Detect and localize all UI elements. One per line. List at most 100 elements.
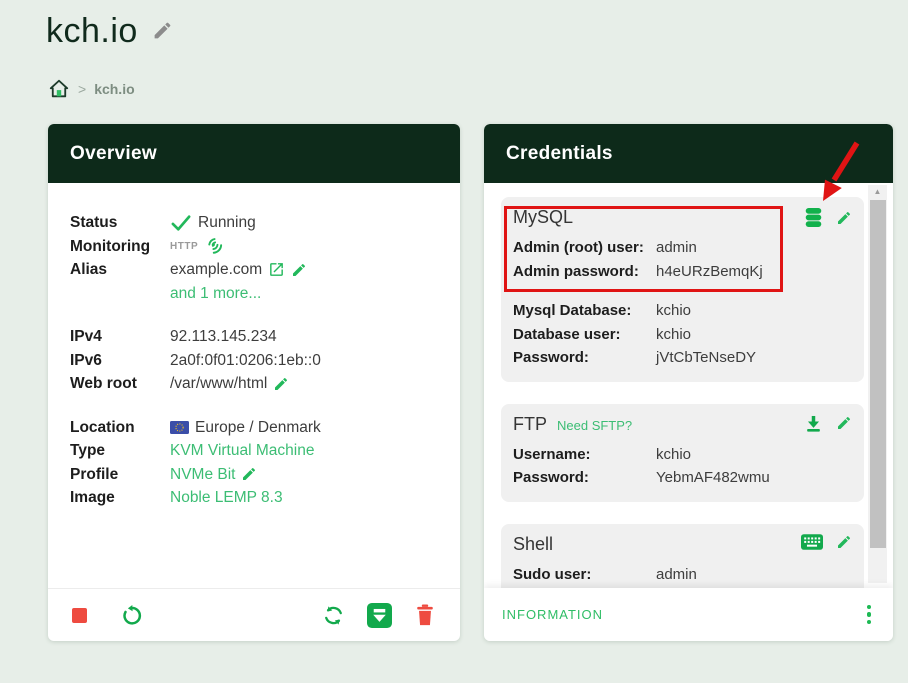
database-icon[interactable]: [804, 207, 823, 228]
database-password-label: Password:: [513, 346, 656, 370]
overview-header: Overview: [48, 124, 460, 183]
stop-button[interactable]: [72, 608, 87, 623]
database-password-row: Password: jVtCbTeNseDY: [513, 346, 852, 370]
ipv4-value: 92.113.145.234: [170, 325, 277, 349]
edit-shell-icon[interactable]: [836, 534, 852, 550]
page-title: kch.io: [46, 12, 138, 51]
shell-title: Shell: [513, 534, 553, 555]
sudo-user-row: Sudo user: admin: [513, 563, 852, 587]
alias-row: Alias example.com: [70, 258, 460, 282]
monitoring-label: Monitoring: [70, 235, 170, 259]
eu-flag-icon: [170, 421, 189, 434]
location-label: Location: [70, 416, 170, 440]
admin-password-value: h4eURzBemqKj: [656, 260, 763, 284]
type-value: KVM Virtual Machine: [170, 439, 314, 463]
overview-title: Overview: [70, 143, 157, 165]
monitoring-signal-icon[interactable]: [204, 235, 226, 257]
keyboard-icon[interactable]: [801, 534, 823, 550]
scrollbar-thumb[interactable]: [870, 200, 886, 548]
information-button[interactable]: INFORMATION: [502, 607, 603, 622]
check-icon: [170, 214, 192, 232]
admin-password-label: Admin password:: [513, 260, 656, 284]
profile-label: Profile: [70, 463, 170, 487]
credentials-title: Credentials: [506, 143, 613, 165]
ftp-password-value: YebmAF482wmu: [656, 466, 770, 490]
ftp-username-label: Username:: [513, 443, 656, 467]
ftp-card: FTP Need SFTP? Username: kchio Password:…: [501, 404, 864, 502]
edit-alias-icon[interactable]: [291, 262, 307, 278]
breadcrumb-current[interactable]: kch.io: [94, 81, 134, 97]
mysql-database-label: Mysql Database:: [513, 299, 656, 323]
ipv6-value: 2a0f:0f01:0206:1eb::0: [170, 349, 321, 373]
overview-panel: Overview Status Running Monitoring HTTP: [48, 124, 460, 641]
sync-button[interactable]: [322, 604, 345, 627]
external-link-icon[interactable]: [268, 261, 285, 278]
location-row: Location Europe / Denmark: [70, 416, 460, 440]
ftp-password-row: Password: YebmAF482wmu: [513, 466, 852, 490]
edit-webroot-icon[interactable]: [273, 376, 289, 392]
type-label: Type: [70, 439, 170, 463]
edit-title-icon[interactable]: [152, 20, 173, 41]
need-sftp-link[interactable]: Need SFTP?: [557, 418, 632, 433]
mysql-card: MySQL Admin (root) user: admin Admin pas…: [501, 197, 864, 382]
mysql-database-row: Mysql Database: kchio: [513, 299, 852, 323]
edit-mysql-icon[interactable]: [836, 210, 852, 226]
webroot-row: Web root /var/www/html: [70, 372, 460, 396]
delete-button[interactable]: [414, 603, 436, 627]
kebab-menu-icon[interactable]: [865, 603, 874, 627]
overview-actions: [48, 588, 460, 641]
ftp-password-label: Password:: [513, 466, 656, 490]
admin-user-value: admin: [656, 236, 697, 260]
credentials-header: Credentials: [484, 124, 893, 183]
edit-ftp-icon[interactable]: [836, 415, 852, 431]
location-value: Europe / Denmark: [195, 416, 321, 440]
ipv4-row: IPv4 92.113.145.234: [70, 325, 460, 349]
mysql-database-value: kchio: [656, 299, 691, 323]
database-user-row: Database user: kchio: [513, 323, 852, 347]
credentials-scrollbar[interactable]: ▲: [868, 185, 887, 583]
ftp-username-value: kchio: [656, 443, 691, 467]
profile-value: NVMe Bit: [170, 463, 235, 487]
page-header: kch.io: [46, 12, 173, 51]
restart-button[interactable]: [121, 604, 144, 627]
alias-more-row: and 1 more...: [70, 282, 460, 306]
alias-value: example.com: [170, 258, 262, 282]
database-user-label: Database user:: [513, 323, 656, 347]
overview-body: Status Running Monitoring HTTP: [48, 183, 460, 510]
webroot-value: /var/www/html: [170, 372, 267, 396]
sudo-user-label: Sudo user:: [513, 563, 656, 587]
admin-user-label: Admin (root) user:: [513, 236, 656, 260]
image-label: Image: [70, 486, 170, 510]
reinstall-button[interactable]: [367, 603, 392, 628]
home-icon[interactable]: [48, 78, 70, 100]
ipv6-label: IPv6: [70, 349, 170, 373]
status-value: Running: [198, 211, 256, 235]
alias-label: Alias: [70, 258, 170, 282]
ipv6-row: IPv6 2a0f:0f01:0206:1eb::0: [70, 349, 460, 373]
mysql-admin-user-row: Admin (root) user: admin: [513, 236, 852, 260]
database-user-value: kchio: [656, 323, 691, 347]
mysql-title: MySQL: [513, 207, 573, 228]
alias-more-link[interactable]: and 1 more...: [170, 282, 261, 306]
credentials-panel: Credentials MySQL Admin (root) user: adm…: [484, 124, 893, 641]
credentials-footer: INFORMATION: [484, 588, 893, 641]
monitoring-row: Monitoring HTTP: [70, 235, 460, 259]
type-row: Type KVM Virtual Machine: [70, 439, 460, 463]
breadcrumb-separator: >: [78, 81, 86, 97]
image-row: Image Noble LEMP 8.3: [70, 486, 460, 510]
sudo-user-value: admin: [656, 563, 697, 587]
status-row: Status Running: [70, 211, 460, 235]
credentials-cards: MySQL Admin (root) user: admin Admin pas…: [501, 197, 864, 634]
status-label: Status: [70, 211, 170, 235]
ipv4-label: IPv4: [70, 325, 170, 349]
scrollbar-up-arrow[interactable]: ▲: [868, 187, 887, 196]
breadcrumb: > kch.io: [48, 78, 135, 100]
mysql-admin-password-row: Admin password: h4eURzBemqKj: [513, 260, 852, 284]
image-value: Noble LEMP 8.3: [170, 486, 283, 510]
ftp-username-row: Username: kchio: [513, 443, 852, 467]
webroot-label: Web root: [70, 372, 170, 396]
download-icon[interactable]: [804, 414, 823, 433]
edit-profile-icon[interactable]: [241, 466, 257, 482]
http-tag: HTTP: [170, 235, 198, 259]
profile-row: Profile NVMe Bit: [70, 463, 460, 487]
